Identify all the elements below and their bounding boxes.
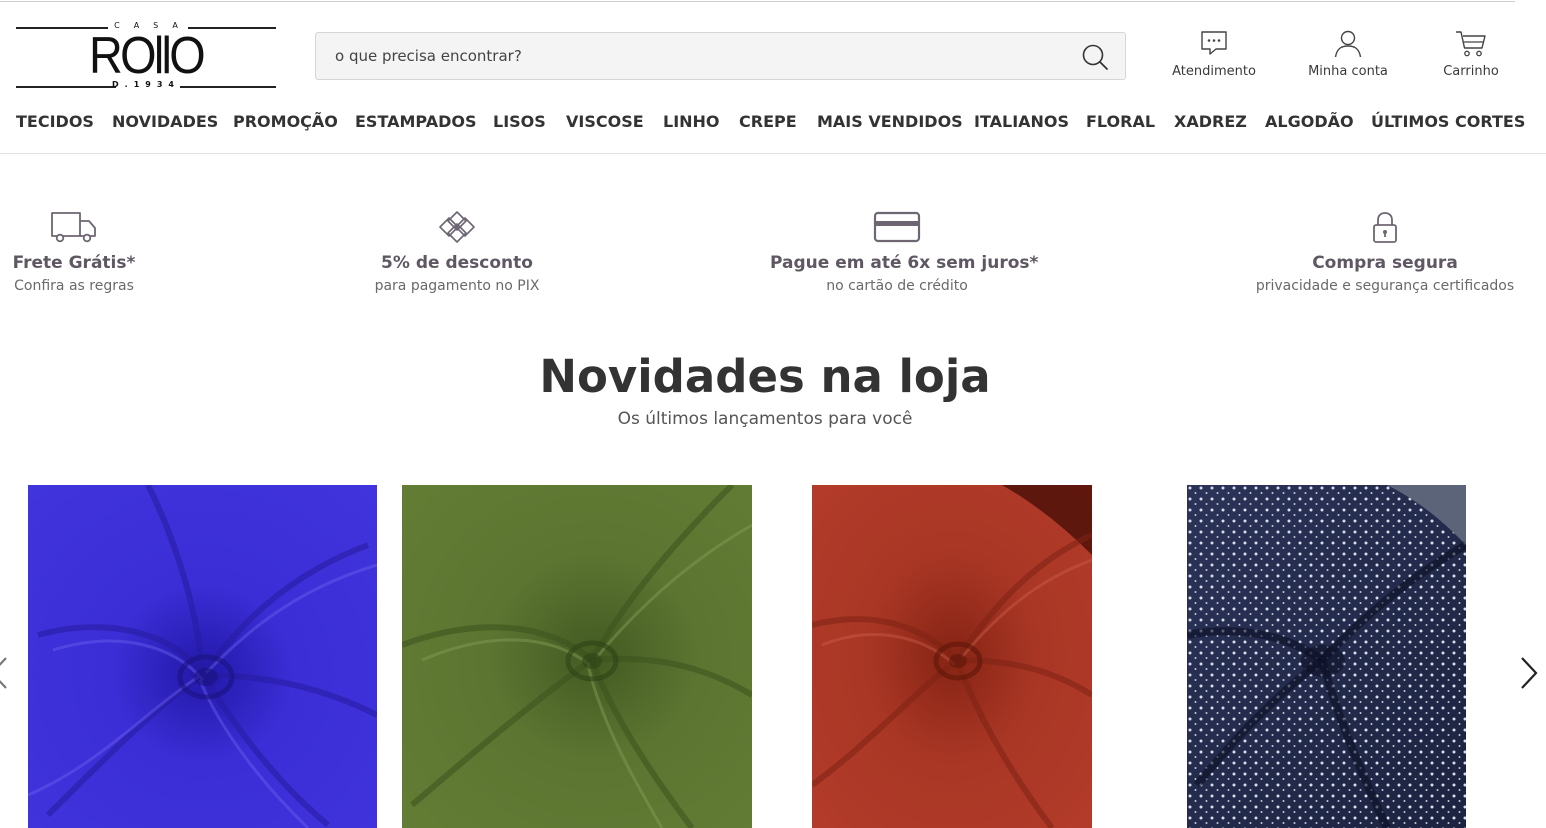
logo-wordmark: ROllO — [89, 27, 206, 85]
nav-item-promocao[interactable]: PROMOÇÃO — [233, 112, 338, 131]
nav-item-algodao[interactable]: ALGODÃO — [1265, 112, 1354, 131]
nav-item-xadrez[interactable]: XADREZ — [1174, 112, 1247, 131]
nav-item-crepe[interactable]: CREPE — [739, 112, 797, 131]
nav-divider — [0, 153, 1546, 154]
product-card-green[interactable] — [402, 485, 752, 828]
benefit-secure-purchase: Compra segura privacidade e segurança ce… — [1252, 210, 1518, 294]
search-icon[interactable] — [1081, 43, 1109, 71]
benefit-pix-discount: 5% de desconto para pagamento no PIX — [370, 210, 544, 294]
nav-item-mais-vendidos[interactable]: MAIS VENDIDOS — [817, 112, 963, 131]
cart-label: Carrinho — [1443, 64, 1499, 79]
benefit-subtitle: no cartão de crédito — [826, 278, 968, 294]
chevron-left-icon — [0, 657, 7, 689]
carousel-prev-button[interactable] — [0, 655, 12, 691]
benefit-title: Frete Grátis* — [12, 253, 136, 273]
benefit-subtitle: Confira as regras — [14, 278, 134, 294]
search-bar — [315, 32, 1126, 80]
truck-icon — [51, 212, 96, 243]
chevron-right-icon — [1521, 657, 1538, 689]
pix-icon — [439, 211, 475, 243]
product-card-red[interactable] — [812, 485, 1092, 828]
nav-item-estampados[interactable]: ESTAMPADOS — [355, 112, 476, 131]
nav-item-novidades[interactable]: NOVIDADES — [112, 112, 218, 131]
nav-item-lisos[interactable]: LISOS — [493, 112, 546, 131]
benefit-title: 5% de desconto — [381, 253, 533, 273]
lock-icon — [1373, 212, 1397, 243]
support-button[interactable]: Atendimento — [1164, 28, 1264, 79]
carousel-next-button[interactable] — [1516, 655, 1542, 691]
nav-item-viscose[interactable]: VISCOSE — [566, 112, 644, 131]
logo-date-text: D.1934 — [112, 80, 180, 89]
benefit-free-shipping: Frete Grátis* Confira as regras — [12, 210, 136, 294]
product-image — [402, 485, 752, 828]
top-divider — [0, 1, 1515, 2]
search-input[interactable] — [316, 33, 1075, 79]
benefit-title: Compra segura — [1312, 253, 1458, 273]
benefit-installments: Pague em até 6x sem juros* no cartão de … — [770, 210, 1039, 294]
product-card-blue[interactable] — [28, 485, 377, 828]
nav-item-floral[interactable]: FLORAL — [1086, 112, 1155, 131]
nav-item-ultimos-cortes[interactable]: ÚLTIMOS CORTES — [1371, 112, 1525, 131]
benefit-subtitle: privacidade e segurança certificados — [1255, 278, 1515, 294]
account-button[interactable]: Minha conta — [1298, 28, 1398, 79]
nav-item-linho[interactable]: LINHO — [663, 112, 720, 131]
nav-item-italianos[interactable]: ITALIANOS — [974, 112, 1069, 131]
cart-icon — [1456, 31, 1486, 57]
section-title: Novidades na loja — [539, 350, 991, 403]
product-image — [812, 485, 1092, 828]
credit-card-icon — [873, 211, 921, 243]
support-label: Atendimento — [1172, 64, 1256, 79]
nav-item-tecidos[interactable]: TECIDOS — [16, 112, 94, 131]
benefit-subtitle: para pagamento no PIX — [374, 278, 540, 294]
account-label: Minha conta — [1308, 64, 1388, 79]
benefit-title: Pague em até 6x sem juros* — [770, 253, 1039, 273]
section-subtitle: Os últimos lançamentos para você — [617, 409, 913, 429]
cart-button[interactable]: Carrinho — [1421, 28, 1521, 79]
logo[interactable]: CASA ROllO D.1934 — [16, 20, 276, 92]
chat-icon — [1201, 31, 1227, 55]
product-image — [28, 485, 377, 828]
user-icon — [1334, 30, 1362, 58]
product-image — [1187, 485, 1466, 828]
product-card-navy-dotted[interactable] — [1187, 485, 1466, 828]
